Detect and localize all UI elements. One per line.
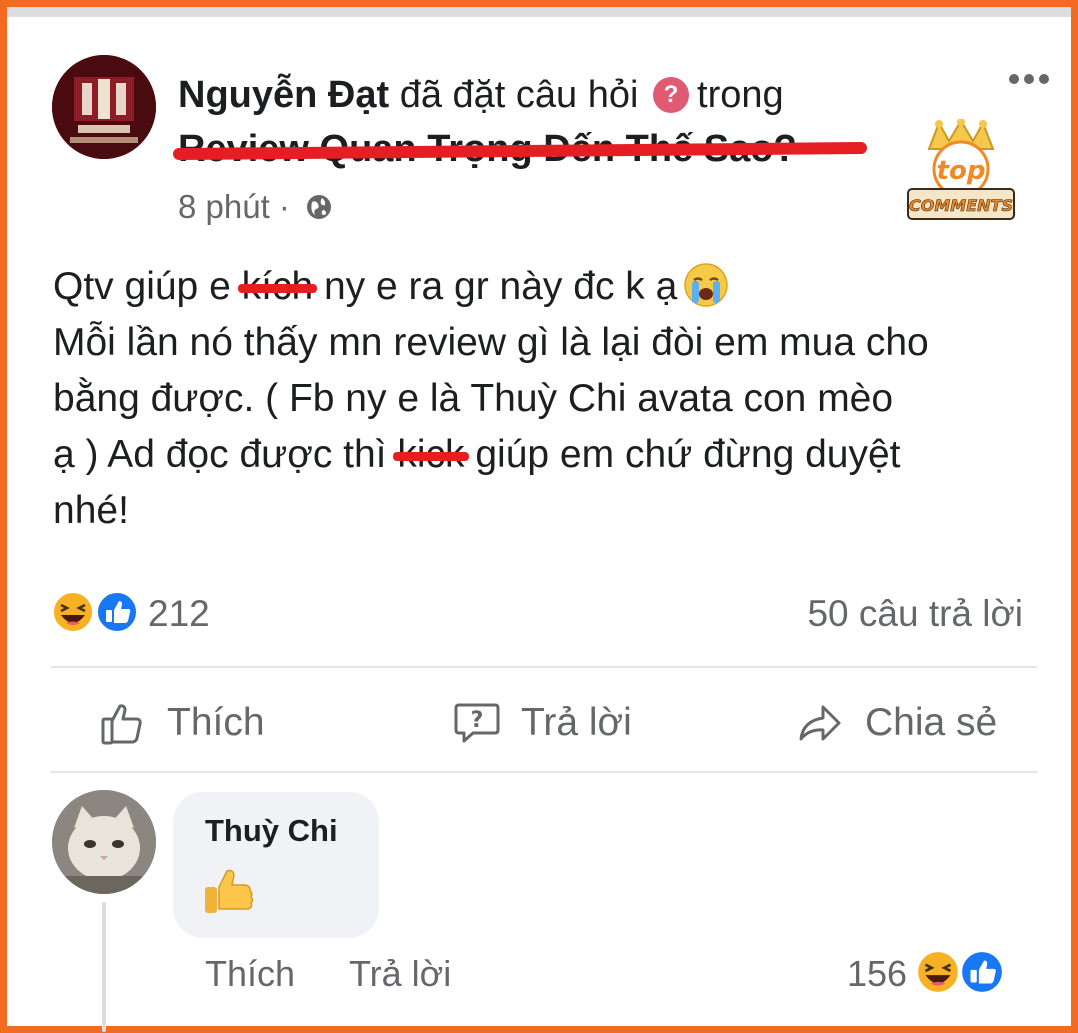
- comment-reaction-count[interactable]: 156: [847, 952, 907, 996]
- share-label: Chia sẻ: [865, 701, 998, 744]
- globe-icon: [307, 195, 332, 220]
- comment-author[interactable]: Thuỳ Chi: [205, 811, 338, 851]
- thumbs-up-emoji-icon: [205, 869, 254, 913]
- commenter-avatar[interactable]: [52, 790, 156, 894]
- author-avatar[interactable]: [52, 55, 156, 159]
- share-button[interactable]: Chia sẻ: [797, 695, 997, 751]
- screenshot-frame: Nguyễn Đạt đã đặt câu hỏi ?trong Review …: [0, 0, 1078, 1033]
- struck-word: kích: [237, 259, 317, 315]
- haha-reaction-icon: [52, 591, 94, 633]
- struck-word: kick: [393, 427, 469, 483]
- reply-button[interactable]: ? Trả lời: [453, 695, 632, 751]
- post-header: Nguyễn Đạt đã đặt câu hỏi ? trong: [178, 73, 784, 117]
- post-trailing-text: trong: [697, 74, 784, 116]
- thumbs-up-outline-icon: [101, 704, 142, 745]
- comment-like-button[interactable]: Thích: [205, 952, 295, 996]
- crying-face-icon: [684, 262, 729, 307]
- question-icon: ?: [653, 76, 690, 113]
- reply-label: Trả lời: [521, 701, 632, 744]
- divider: [51, 771, 1037, 773]
- like-button[interactable]: Thích: [99, 695, 265, 751]
- body-text: giúp em chứ đừng duyệt: [464, 433, 901, 476]
- post-body: Qtv giúp e kích ny e ra gr này đc k ạ Mỗ…: [53, 259, 1043, 539]
- more-options-icon[interactable]: [1007, 71, 1051, 87]
- post-action-text: đã đặt câu hỏi: [399, 74, 639, 116]
- reply-count[interactable]: 50 câu trả lời: [807, 592, 1023, 636]
- top-divider: [7, 7, 1071, 17]
- post-body-line: Qtv giúp e kích ny e ra gr này đc k ạ: [53, 259, 1043, 315]
- svg-text:?: ?: [471, 708, 484, 733]
- haha-reaction-icon: [916, 950, 960, 994]
- meta-separator: ·: [278, 188, 290, 225]
- post-body-line: Mỗi lần nó thấy mn review gì là lại đòi …: [53, 321, 929, 364]
- body-text: Qtv giúp e: [53, 265, 242, 308]
- divider: [51, 666, 1037, 668]
- like-label: Thích: [167, 701, 265, 744]
- post-body-line: nhé!: [53, 489, 129, 532]
- top-comments-logo: top COMMENTS: [905, 118, 1017, 223]
- body-text: ạ ) Ad đọc được thì: [53, 433, 398, 476]
- question-bubble-icon: ?: [454, 703, 500, 743]
- logo-top-text: top: [937, 156, 986, 186]
- reaction-count[interactable]: 212: [148, 592, 210, 636]
- comment-reactions[interactable]: [915, 949, 1011, 995]
- thread-line: [102, 902, 106, 1032]
- post-time[interactable]: 8 phút: [178, 188, 270, 225]
- like-reaction-icon: [96, 591, 138, 633]
- post-body-line: ạ ) Ad đọc được thì kick giúp em chứ đừn…: [53, 427, 1043, 483]
- comment-reply-button[interactable]: Trả lời: [349, 952, 451, 996]
- body-text: ny e ra gr này đc k ạ: [313, 265, 678, 308]
- share-arrow-icon: [799, 705, 841, 741]
- author-name[interactable]: Nguyễn Đạt: [178, 74, 389, 116]
- post-meta: 8 phút ·: [178, 185, 333, 229]
- post-body-line: bằng được. ( Fb ny e là Thuỳ Chi avata c…: [53, 377, 894, 420]
- like-reaction-icon: [960, 950, 1004, 994]
- logo-comments-text: COMMENTS: [909, 196, 1013, 215]
